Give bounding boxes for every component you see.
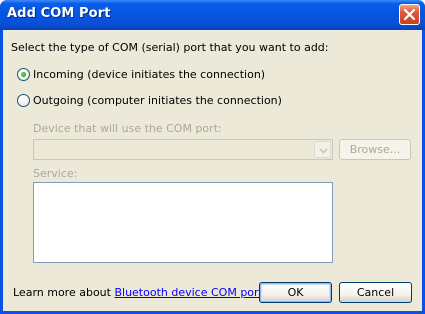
radio-outgoing-button[interactable] [17, 94, 30, 107]
bluetooth-com-ports-link[interactable]: Bluetooth device COM ports [114, 286, 268, 299]
instruction-text: Select the type of COM (serial) port tha… [11, 41, 329, 54]
dialog-body: Select the type of COM (serial) port tha… [3, 30, 422, 311]
learn-more-text: Learn more about Bluetooth device COM po… [13, 286, 272, 299]
device-label: Device that will use the COM port: [33, 122, 222, 135]
device-dropdown-button[interactable] [314, 141, 331, 158]
title-bar[interactable]: Add COM Port [0, 0, 425, 30]
close-button[interactable] [399, 4, 420, 25]
ok-button[interactable]: OK [259, 282, 332, 303]
browse-button[interactable]: Browse... [339, 139, 411, 160]
window-title: Add COM Port [7, 6, 111, 21]
service-textbox[interactable] [33, 182, 333, 263]
device-combobox[interactable] [33, 139, 333, 160]
add-com-port-dialog: Add COM Port Select the type of COM (ser… [0, 0, 425, 314]
radio-incoming-label[interactable]: Incoming (device initiates the connectio… [33, 68, 265, 81]
close-icon [404, 9, 415, 20]
radio-selected-dot [21, 72, 26, 77]
service-label: Service: [33, 167, 78, 180]
radio-incoming-button[interactable] [17, 68, 30, 81]
learn-more-prefix: Learn more about [13, 286, 115, 299]
chevron-down-icon [319, 148, 328, 154]
cancel-button[interactable]: Cancel [339, 282, 412, 303]
radio-outgoing-label[interactable]: Outgoing (computer initiates the connect… [33, 94, 282, 107]
